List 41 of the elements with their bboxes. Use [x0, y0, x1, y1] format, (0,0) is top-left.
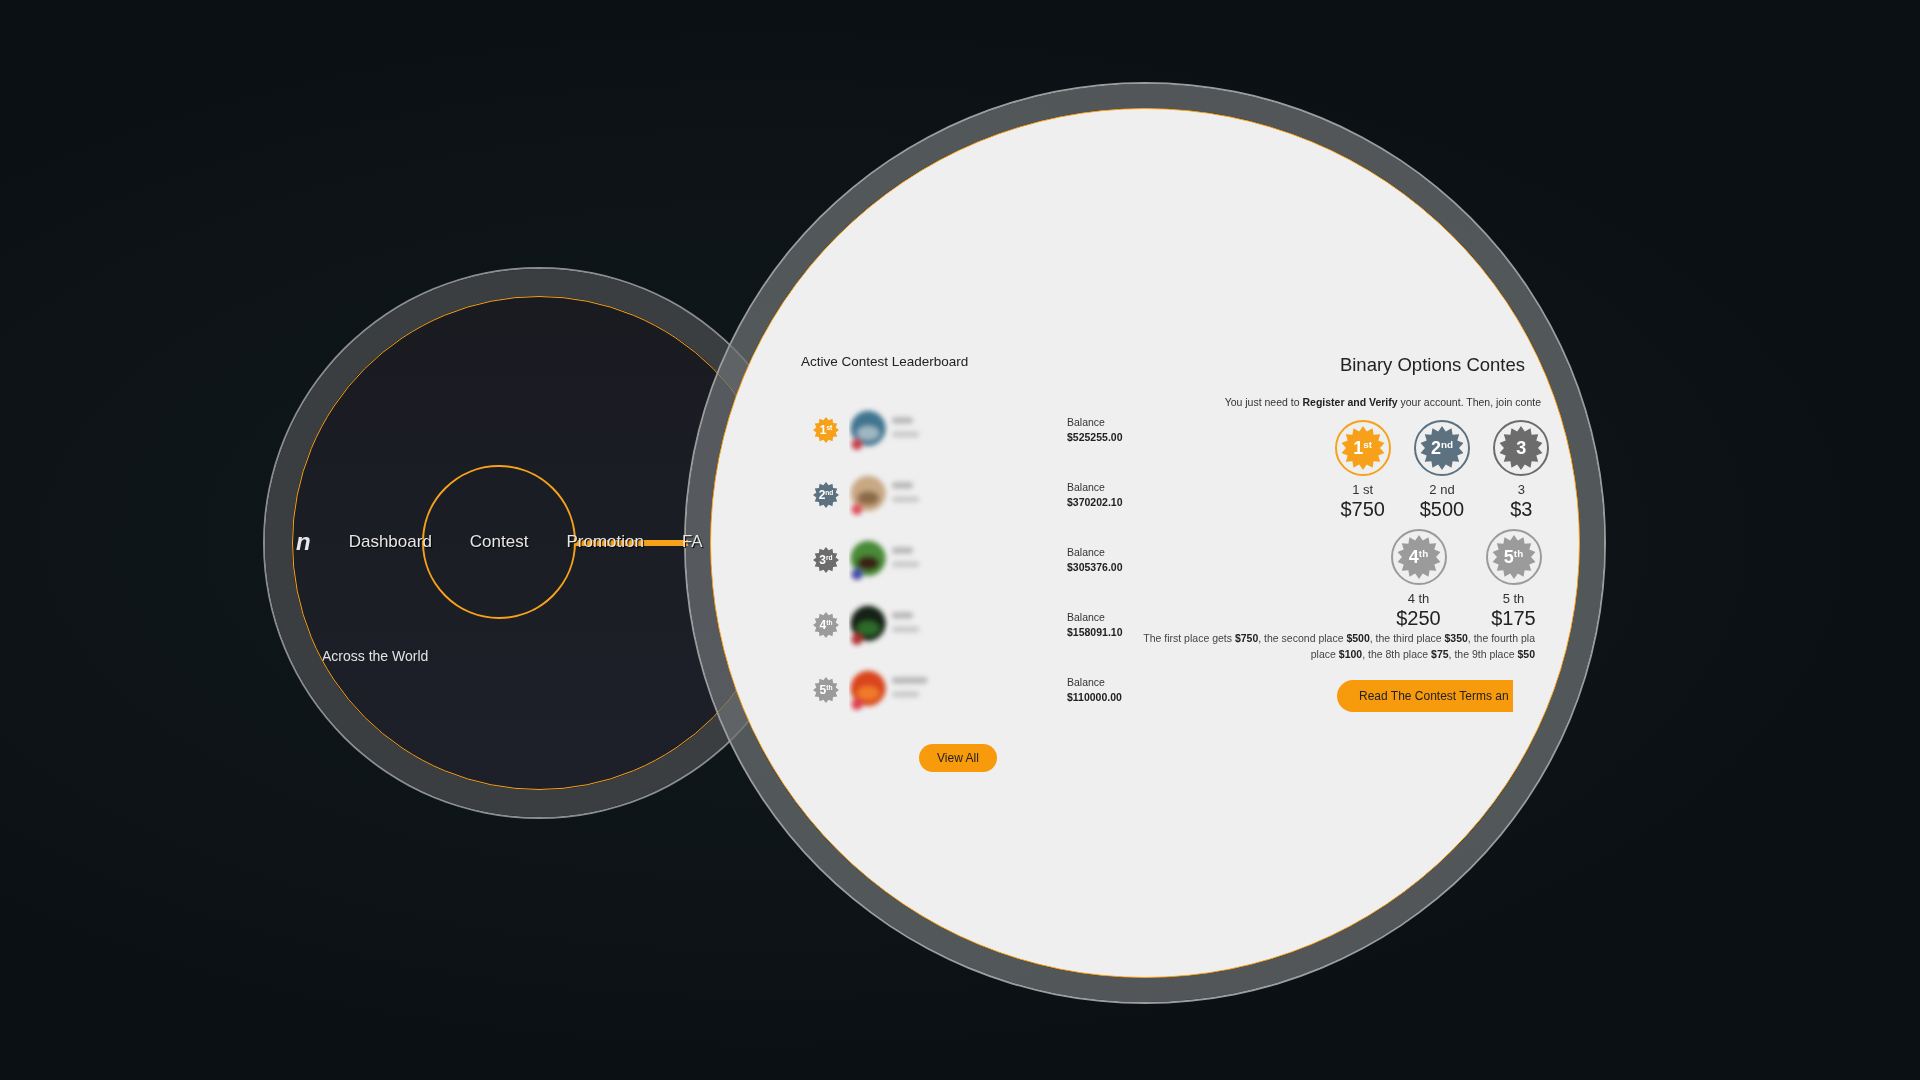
nav-link[interactable]: FA — [681, 532, 703, 551]
balance-label: Balance — [1067, 416, 1106, 428]
place-label: 5 th — [1502, 591, 1525, 606]
balance-value: $305376.00 — [1067, 561, 1123, 573]
prize-badge: 1$^{st}$ — [1334, 420, 1391, 476]
balance-value: $110000.00 — [1067, 691, 1122, 703]
prize-badge: 4$^{th}$ — [1390, 529, 1447, 585]
rank-badge: 1$^{st}$ — [813, 416, 839, 443]
prize-amount: $3 — [1510, 498, 1533, 521]
terms-text: The first place gets $750, the second place $500, the third place $350, the fourth pla — [1142, 631, 1536, 646]
rank-badge: 2$^{nd}$ — [813, 481, 839, 508]
prize-amount: $500 — [1419, 498, 1465, 521]
balance-value: $158091.10 — [1067, 626, 1123, 638]
prize-badge: 2$^{nd}$ — [1414, 420, 1470, 476]
rank-badge: 4$^{th}$ — [813, 611, 839, 638]
prize-amount: $750 — [1340, 498, 1385, 521]
balance-label: Balance — [1067, 481, 1106, 493]
balance-value: $370202.10 — [1067, 496, 1123, 508]
balance-label: Balance — [1067, 546, 1106, 558]
view-all-button[interactable]: View All — [919, 744, 997, 772]
rank-badge: 5$^{th}$ — [813, 676, 839, 703]
balance-label: Balance — [1067, 676, 1106, 688]
nav-link[interactable]: Contest — [469, 532, 529, 551]
prize-badge: 3 — [1493, 420, 1550, 476]
terms-button[interactable]: Read The Contest Terms an — [1337, 680, 1513, 712]
rank-badge: 3$^{rd}$ — [813, 546, 839, 573]
logo-fragment: n — [296, 528, 311, 556]
contest-intro: You just need to Register and Verify your account. Then, join conte — [1223, 396, 1542, 408]
place-label: 2 nd — [1429, 482, 1455, 497]
prize-badge: 5$^{th}$ — [1485, 529, 1542, 585]
balance-label: Balance — [1067, 611, 1106, 623]
balance-value: $525255.00 — [1067, 431, 1123, 443]
place-label: 4 th — [1407, 591, 1430, 606]
contest-title: Binary Options Contes — [1338, 354, 1526, 376]
leaderboard-title: Active Contest Leaderboard — [801, 354, 970, 369]
prize-amount: $175 — [1491, 607, 1536, 630]
place-label: 1 st — [1352, 482, 1374, 497]
prize-amount: $250 — [1396, 607, 1441, 630]
place-label: 3 — [1517, 482, 1525, 497]
tagline: Across the World — [322, 648, 429, 664]
terms-text: place $100, the 8th place $75, the 9th place $50 — [1309, 647, 1536, 662]
